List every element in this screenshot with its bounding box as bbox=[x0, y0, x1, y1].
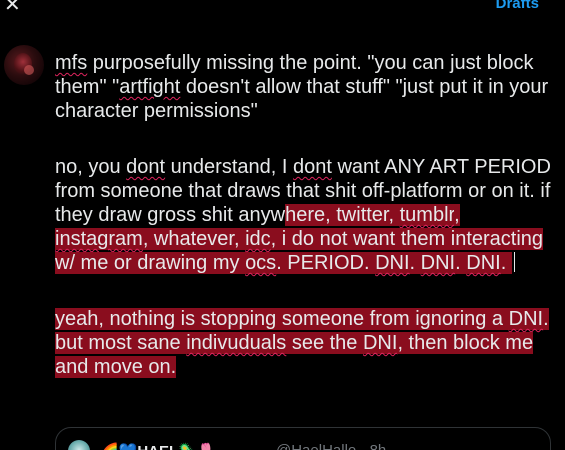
selected-misspelled-word[interactable]: DNI bbox=[375, 252, 410, 274]
quoted-post-avatar bbox=[68, 440, 90, 450]
selected-text: , bbox=[454, 204, 460, 226]
selected-misspelled-word[interactable]: DNI bbox=[362, 332, 398, 354]
selected-text: see the bbox=[286, 332, 363, 354]
compose-paragraph-3: yeah, nothing is stopping someone from i… bbox=[55, 307, 555, 379]
selected-misspelled-word[interactable]: ocs bbox=[245, 252, 277, 274]
selected-text: . bbox=[455, 252, 467, 274]
quoted-post-display-name: 🌈💙HAEL🦠🌷 bbox=[100, 442, 216, 450]
quoted-post-card[interactable]: 🌈💙HAEL🦠🌷 @HaelHallo · 8h bbox=[55, 427, 551, 450]
avatar bbox=[4, 45, 44, 85]
selected-misspelled-word[interactable]: DNI bbox=[466, 252, 501, 274]
text-run: no, you bbox=[55, 156, 127, 178]
text-run: understand, I bbox=[165, 156, 293, 178]
selected-misspelled-word[interactable]: instagram bbox=[55, 228, 143, 250]
selected-text: . PERIOD. bbox=[276, 252, 376, 274]
misspelled-word[interactable]: artfight bbox=[119, 76, 180, 98]
selected-text: here, twitter, bbox=[285, 204, 400, 226]
selected-misspelled-word[interactable]: DNI bbox=[508, 308, 544, 330]
avatar-highlight-accent bbox=[24, 65, 34, 75]
misspelled-word[interactable]: dont bbox=[293, 156, 332, 178]
text-caret bbox=[513, 252, 515, 272]
compose-textarea[interactable]: mfs purposefully missing the point. "you… bbox=[55, 51, 555, 379]
drafts-button[interactable]: Drafts bbox=[496, 0, 539, 14]
selected-misspelled-word[interactable]: indivuduals bbox=[186, 332, 287, 354]
selected-text: , whatever, bbox=[142, 228, 246, 250]
selected-misspelled-word[interactable]: DNI bbox=[420, 252, 456, 274]
close-icon[interactable]: ✕ bbox=[4, 0, 24, 14]
selected-text: yeah, nothing is stopping someone from i… bbox=[55, 308, 509, 330]
selected-misspelled-word[interactable]: tumblr bbox=[399, 204, 455, 226]
selected-misspelled-word[interactable]: idc bbox=[245, 228, 271, 250]
compose-paragraph-1: mfs purposefully missing the point. "you… bbox=[55, 51, 555, 123]
misspelled-word[interactable]: dont bbox=[126, 156, 165, 178]
quoted-post-handle: @HaelHallo · 8h bbox=[276, 442, 386, 450]
misspelled-word[interactable]: mfs bbox=[55, 52, 87, 74]
selected-text: . bbox=[500, 252, 512, 274]
compose-paragraph-2: no, you dont understand, I dont want ANY… bbox=[55, 155, 555, 275]
selected-text: . bbox=[409, 252, 421, 274]
